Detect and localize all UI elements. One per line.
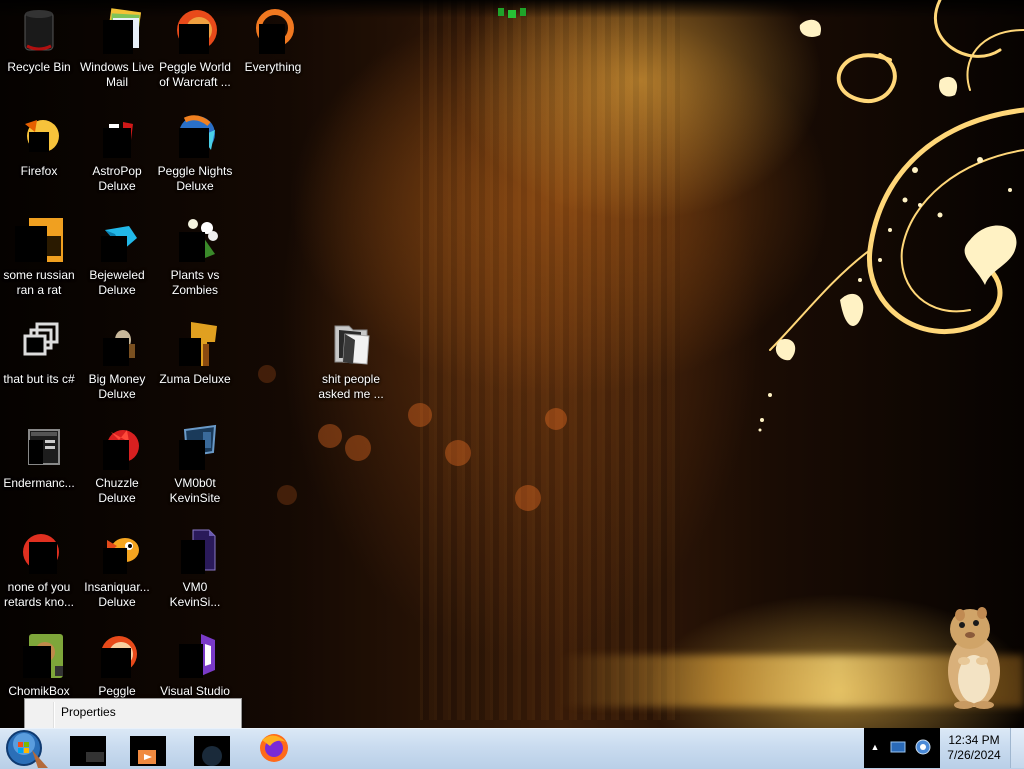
mail-icon [103, 8, 141, 54]
zuma-icon [179, 322, 217, 366]
icon-label: Peggle Nights Deluxe [157, 164, 233, 193]
visual-studio-icon [179, 634, 215, 678]
browser-icon [23, 534, 59, 574]
peggle-icon [179, 115, 215, 158]
explorer-icon[interactable] [66, 730, 110, 766]
peggle-icon [177, 10, 217, 54]
icon-label: Zuma Deluxe [159, 372, 231, 386]
wallpaper-texture [420, 0, 680, 720]
icon-label: Visual Studio [160, 684, 230, 698]
icon-label: Recycle Bin [7, 60, 71, 74]
desktop-icon-vm0b0t[interactable]: VM0b0t KevinSite [156, 418, 234, 514]
desktop-icon-shit-people-asked[interactable]: shit people asked me ... [312, 314, 390, 410]
desktop-icon-endermanch[interactable]: Endermanc... [0, 418, 78, 514]
file-icon [181, 529, 216, 574]
icon-label: Bejeweled Deluxe [89, 268, 145, 297]
icon-label: Windows Live Mail [79, 60, 155, 89]
wallpaper-bokeh [408, 403, 432, 427]
icon-label: none of you retards kno... [3, 580, 75, 609]
icon-label: Firefox [20, 164, 58, 178]
hamster-gadget-icon[interactable] [938, 605, 1008, 710]
icon-label: Everything [244, 60, 302, 74]
hamster-icon [23, 634, 63, 678]
wallpaper-bokeh [515, 485, 541, 511]
desktop-icon-insaniquarium[interactable]: Insaniquar... Deluxe [78, 522, 156, 618]
desktop-icon-plants-vs-zombies[interactable]: Plants vs Zombies [156, 210, 234, 306]
clock-date: 7/26/2024 [947, 748, 1001, 762]
vm-icon [179, 424, 217, 470]
icon-label: Chuzzle Deluxe [95, 476, 139, 505]
fish-icon [103, 538, 139, 574]
desktop-icon-zuma[interactable]: Zuma Deluxe [156, 314, 234, 410]
chuzzle-icon [103, 430, 139, 470]
desktop-icon-peggle-nights[interactable]: Peggle Nights Deluxe [156, 106, 234, 202]
wallpaper-bokeh [445, 440, 471, 466]
icon-label: AstroPop Deluxe [92, 164, 142, 193]
app-icon [15, 218, 63, 262]
icon-label: ChomikBox [8, 684, 70, 698]
desktop-icon-bejeweled[interactable]: Bejeweled Deluxe [78, 210, 156, 306]
desktop-icon-big-money[interactable]: Big Money Deluxe [78, 314, 156, 410]
menu-item-properties[interactable]: Properties [27, 701, 239, 723]
game-icon [103, 122, 133, 158]
media-player-icon[interactable] [126, 730, 170, 766]
desktop-icon-vm0-kevinsite[interactable]: VM0 KevinSi... [156, 522, 234, 618]
icon-label: VM0 KevinSi... [169, 580, 221, 609]
icon-label: Endermanc... [3, 476, 75, 490]
wallpaper-swirl [758, 0, 1024, 432]
windows-orb-icon[interactable] [2, 728, 48, 768]
icon-label: Plants vs Zombies [170, 268, 220, 297]
volume-icon[interactable] [914, 738, 932, 756]
desktop-icon-russian-rat[interactable]: some russian ran a rat [0, 210, 78, 306]
show-desktop-button[interactable] [1010, 728, 1024, 768]
gem-icon [101, 226, 137, 262]
clock-time: 12:34 PM [948, 733, 1000, 747]
desktop-icon-everything[interactable]: Everything [234, 2, 312, 98]
icon-label: VM0b0t KevinSite [169, 476, 221, 505]
folder-icon [334, 325, 370, 365]
plant-icon [179, 219, 218, 262]
desktop-icon-chuzzle[interactable]: Chuzzle Deluxe [78, 418, 156, 514]
icon-label: Insaniquar... Deluxe [84, 580, 150, 609]
desktop-icon-recycle-bin[interactable]: Recycle Bin [0, 2, 78, 98]
icon-label: shit people asked me ... [318, 372, 384, 401]
wallpaper-bokeh [258, 365, 276, 383]
window-icon [28, 429, 60, 465]
recycle-bin-icon [24, 10, 54, 51]
desktop-icon-astropop[interactable]: AstroPop Deluxe [78, 106, 156, 202]
wallpaper-ornament-icon [498, 8, 526, 18]
peggle-icon [101, 636, 137, 678]
wallpaper-bokeh [545, 408, 567, 430]
shortcut-icon [23, 322, 59, 356]
desktop-icon-firefox[interactable]: Firefox [0, 106, 78, 202]
desktop-icon-none-of-you[interactable]: none of you retards kno... [0, 522, 78, 618]
wallpaper-bokeh [277, 485, 297, 505]
desktop-icon-that-but-c[interactable]: that but its c# [0, 314, 78, 410]
search-app-icon [256, 9, 294, 54]
desktop-icon-peggle-wow[interactable]: Peggle World of Warcraft ... [156, 2, 234, 98]
icon-label: Big Money Deluxe [88, 372, 146, 401]
tray-expand-icon[interactable]: ▲ [868, 740, 882, 754]
taskbar-clock[interactable]: 12:34 PM 7/26/2024 [940, 728, 1008, 768]
firefox-icon[interactable] [252, 730, 296, 766]
wallpaper-bokeh [318, 424, 342, 448]
desktop-icon-windows-live-mail[interactable]: Windows Live Mail [78, 2, 156, 98]
firefox-icon [25, 120, 59, 152]
icon-label: some russian ran a rat [3, 268, 75, 297]
icon-label: that but its c# [3, 372, 75, 386]
wallpaper-bokeh [345, 435, 371, 461]
game-icon [103, 330, 135, 366]
app-icon[interactable] [190, 730, 234, 766]
icon-label: Peggle World of Warcraft ... [159, 60, 231, 89]
network-icon[interactable] [890, 740, 906, 754]
